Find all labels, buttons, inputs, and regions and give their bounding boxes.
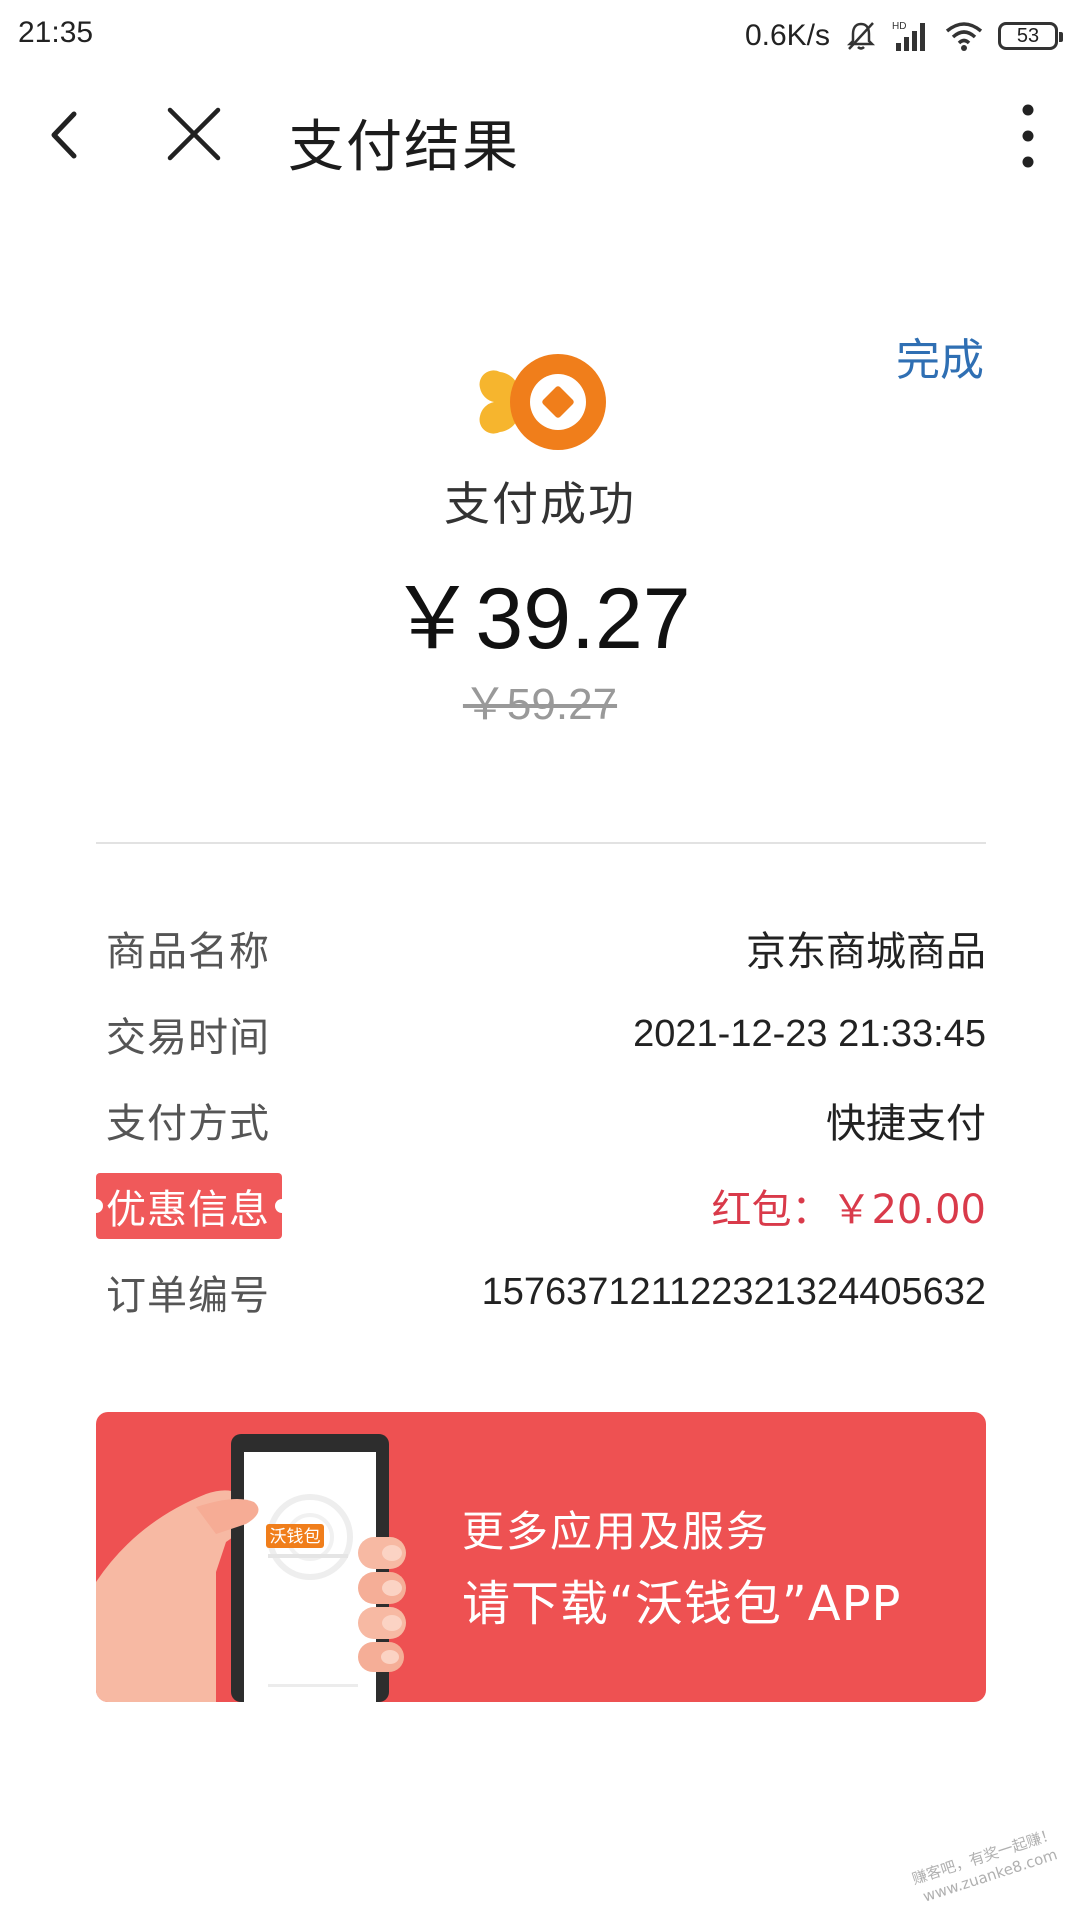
product-label: 商品名称	[106, 929, 270, 975]
amount-paid: ￥39.27	[389, 571, 691, 667]
payment-status: 支付成功	[444, 477, 636, 531]
discount-tag: 优惠信息	[89, 1173, 289, 1239]
back-arrow-icon[interactable]	[36, 100, 96, 170]
amount-original: ￥59.27	[462, 680, 618, 729]
close-icon[interactable]	[162, 102, 226, 166]
banner-subtitle: 请下载“沃钱包”APP	[462, 1576, 902, 1632]
phone-logo-text: 沃钱包	[270, 1527, 321, 1547]
hand-phone-illustration: 沃钱包	[96, 1434, 406, 1702]
detail-row-time: 交易时间 2021-12-23 21:33:45	[96, 991, 986, 1077]
wifi-icon	[944, 19, 984, 53]
status-time: 21:35	[18, 16, 94, 49]
download-app-banner[interactable]: 沃钱包 更多应用及服务 请下载“沃钱包”APP	[96, 1412, 986, 1702]
time-value: 2021-12-23 21:33:45	[633, 1012, 986, 1055]
battery-level: 53	[1016, 24, 1040, 47]
detail-row-discount: 优惠信息 红包：￥20.00	[89, 1163, 986, 1249]
divider	[96, 842, 986, 844]
time-label: 交易时间	[106, 1015, 270, 1061]
nav-bar: 支付结果	[0, 72, 1080, 202]
detail-row-order: 订单编号 157637121122321324405632	[96, 1249, 986, 1335]
done-button[interactable]: 完成	[896, 324, 984, 388]
svg-text:HD: HD	[892, 21, 906, 32]
banner-title: 更多应用及服务	[462, 1507, 771, 1556]
order-label: 订单编号	[106, 1273, 270, 1319]
status-bar: 21:35 0.6K/s HD 53	[0, 0, 1080, 72]
signal-icon: HD	[892, 19, 930, 53]
method-value: 快捷支付	[826, 1101, 986, 1147]
mute-icon	[844, 19, 878, 53]
method-label: 支付方式	[106, 1101, 270, 1147]
status-indicators: 0.6K/s HD 53	[744, 14, 1063, 58]
network-speed: 0.6K/s	[744, 19, 830, 52]
more-vertical-icon[interactable]	[1006, 96, 1050, 176]
battery-icon: 53	[998, 22, 1063, 50]
detail-row-method: 支付方式 快捷支付	[96, 1077, 986, 1163]
product-value: 京东商城商品	[746, 929, 986, 975]
watermark: 赚客吧，有奖一起赚！ www.zuanke8.com	[909, 1824, 1064, 1908]
discount-value: 红包：￥20.00	[711, 1187, 986, 1233]
order-details: 商品名称 京东商城商品 交易时间 2021-12-23 21:33:45 支付方…	[89, 905, 986, 1335]
order-value: 157637121122321324405632	[481, 1270, 986, 1313]
wallet-logo-icon	[470, 350, 610, 454]
detail-row-product: 商品名称 京东商城商品	[96, 905, 986, 991]
page-title: 支付结果	[288, 115, 520, 180]
